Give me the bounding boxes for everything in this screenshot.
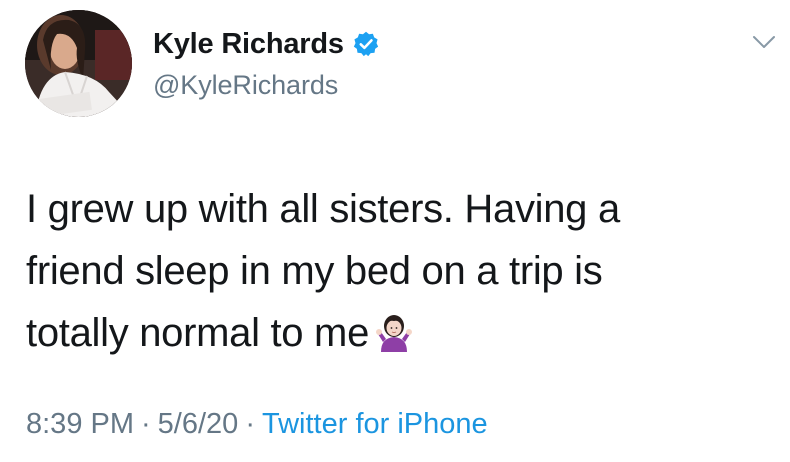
tweet-card: Kyle Richards @KyleRichards I grew up wi… — [0, 0, 790, 462]
avatar[interactable] — [25, 10, 132, 117]
person-shrugging-emoji — [376, 315, 413, 352]
tweet-text-line: I grew up with all sisters. Having a — [26, 187, 620, 231]
meta-separator: · — [245, 408, 255, 440]
tweet-text-line: friend sleep in my bed on a trip is — [26, 249, 603, 293]
tweet-source-link[interactable]: Twitter for iPhone — [262, 408, 488, 440]
display-name-row: Kyle Richards — [153, 26, 380, 62]
tweet-text: I grew up with all sisters. Having a fri… — [26, 178, 746, 364]
verified-badge-icon — [353, 31, 378, 57]
tweet-text-line-content: totally normal to me — [26, 311, 370, 355]
avatar-photo — [25, 10, 132, 117]
meta-separator: · — [141, 408, 151, 440]
user-handle[interactable]: @KyleRichards — [153, 70, 338, 101]
chevron-down-icon[interactable] — [752, 34, 776, 50]
tweet-date[interactable]: 5/6/20 — [158, 408, 239, 440]
tweet-meta: 8:39 PM · 5/6/20 · Twitter for iPhone — [26, 408, 488, 441]
display-name[interactable]: Kyle Richards — [153, 28, 344, 61]
tweet-time[interactable]: 8:39 PM — [26, 408, 134, 440]
tweet-text-line: totally normal to me — [26, 302, 746, 364]
